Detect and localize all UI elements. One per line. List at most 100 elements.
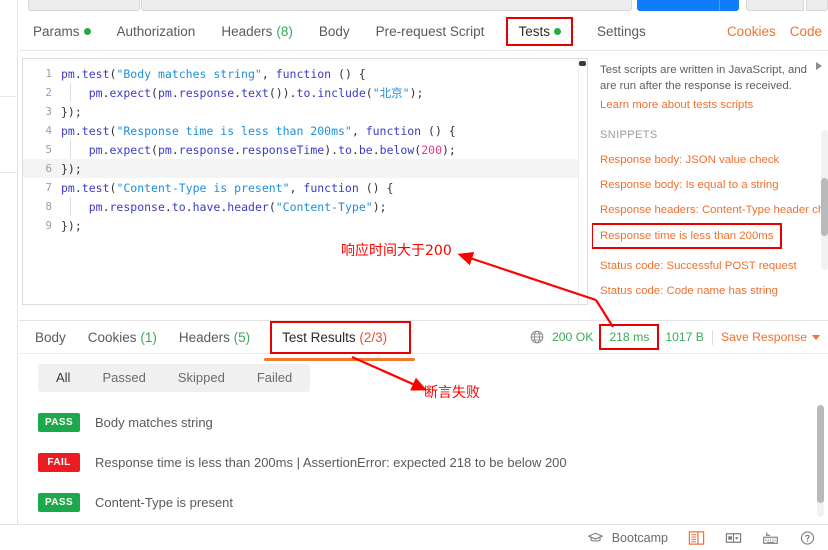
tab-headers[interactable]: Headers (8)	[221, 24, 293, 39]
snippet-item[interactable]: Response body: Is equal to a string	[600, 179, 814, 191]
graduation-cap-icon	[587, 532, 603, 542]
keyboard-shortcuts-icon[interactable]	[762, 530, 779, 546]
code-editor-scrollbar[interactable]	[578, 59, 587, 304]
snippet-item[interactable]: Response body: JSON value check	[600, 154, 814, 166]
code-line: 6 });	[23, 159, 587, 178]
tab-settings-label: Settings	[596, 24, 646, 39]
help-icon[interactable]	[799, 530, 816, 546]
code-line: 1 pm.test("Body matches string", functio…	[23, 64, 587, 83]
snippets-heading: SNIPPETS	[600, 129, 658, 141]
green-dot-icon	[553, 28, 561, 35]
response-tab-cookies[interactable]: Cookies (1)	[88, 330, 157, 345]
snippet-item-response-time[interactable]: Response time is less than 200ms	[592, 223, 783, 249]
split-pane-view-icon[interactable]	[725, 530, 742, 546]
tab-body-label: Body	[318, 24, 350, 39]
line-text: });	[61, 161, 82, 176]
filter-all[interactable]: All	[40, 364, 86, 392]
tab-pre-request-script[interactable]: Pre-request Script	[376, 24, 485, 39]
code-line: 3 });	[23, 102, 587, 121]
results-scrollbar-thumb[interactable]	[817, 405, 824, 503]
bootcamp-button[interactable]: Bootcamp	[587, 530, 668, 546]
code-editor[interactable]: 1 pm.test("Body matches string", functio…	[22, 58, 588, 305]
response-size: 1017 B	[665, 330, 704, 344]
collapse-panel-icon[interactable]	[816, 62, 822, 70]
test-result-filters: All Passed Skipped Failed	[38, 364, 311, 392]
bootcamp-label: Bootcamp	[611, 530, 668, 545]
line-text: pm.expect(pm.response.responseTime).to.b…	[88, 142, 456, 157]
snippets-intro: Test scripts are written in JavaScript, …	[600, 64, 808, 92]
test-result-text: Content-Type is present	[95, 494, 234, 510]
tab-body[interactable]: Body	[319, 24, 350, 39]
status-badge: PASS	[38, 412, 80, 432]
test-result-row: PASS Body matches string	[19, 402, 808, 442]
filter-failed[interactable]: Failed	[241, 364, 308, 392]
response-tab-headers[interactable]: Headers (5)	[179, 330, 250, 345]
snippets-scrollbar-thumb[interactable]	[821, 178, 828, 236]
response-tab-body[interactable]: Body	[35, 330, 66, 345]
code-line: 4 pm.test("Response time is less than 20…	[23, 121, 587, 140]
snippet-item[interactable]: Response headers: Content-Type header ch…	[600, 204, 828, 216]
response-tab-test-results[interactable]: Test Results (2/3)	[264, 320, 416, 361]
line-number: 5	[45, 143, 52, 156]
code-editor-scrollbar-thumb[interactable]	[579, 61, 586, 66]
code-link[interactable]: Code	[790, 24, 822, 39]
tab-headers-count: (8)	[276, 24, 293, 39]
line-number: 7	[45, 181, 52, 194]
cookies-link[interactable]: Cookies	[727, 24, 776, 39]
left-rail	[0, 0, 18, 550]
save-options-caret[interactable]	[806, 0, 828, 11]
http-method-select[interactable]	[28, 0, 140, 11]
request-url-bar	[0, 0, 828, 12]
code-line: 5 pm.expect(pm.response.responseTime).to…	[23, 140, 587, 159]
response-tab-bar: Body Cookies (1) Headers (5) Test Result…	[19, 320, 828, 361]
line-number: 2	[45, 86, 52, 99]
snippet-item[interactable]: Status code: Code name has string	[600, 285, 814, 297]
save-button[interactable]	[746, 0, 804, 11]
tab-authorization[interactable]: Authorization	[117, 24, 196, 39]
test-result-text: Response time is less than 200ms | Asser…	[95, 454, 567, 470]
tab-settings[interactable]: Settings	[597, 24, 646, 39]
rail-divider	[0, 96, 18, 97]
test-result-text: Body matches string	[95, 414, 213, 430]
tests-editor-area: 1 pm.test("Body matches string", functio…	[19, 52, 828, 320]
learn-more-link[interactable]: Learn more about tests scripts	[600, 99, 814, 111]
tab-authorization-label: Authorization	[116, 24, 196, 39]
line-text: pm.response.to.have.header("Content-Type…	[88, 199, 387, 214]
response-tab-cookies-label: Cookies	[87, 329, 137, 345]
tab-params[interactable]: Params	[33, 24, 91, 39]
response-tab-test-results-count: (2/3)	[359, 329, 388, 345]
line-number: 3	[45, 105, 52, 118]
test-results-list: PASS Body matches string FAIL Response t…	[19, 402, 808, 520]
response-meta: 200 OK 218 ms 1017 B Save Response	[530, 324, 828, 350]
status-bar: Bootcamp	[0, 524, 828, 550]
tab-headers-label: Headers	[221, 24, 273, 39]
code-lines: 1 pm.test("Body matches string", functio…	[23, 64, 587, 235]
two-pane-view-icon[interactable]	[688, 530, 705, 546]
tab-pre-request-script-label: Pre-request Script	[375, 24, 485, 39]
response-tab-headers-label: Headers	[178, 329, 230, 345]
filter-passed[interactable]: Passed	[86, 364, 161, 392]
tab-tests[interactable]: Tests	[500, 17, 579, 55]
snippets-panel: Test scripts are written in JavaScript, …	[592, 52, 828, 320]
code-line: 9 });	[23, 216, 587, 235]
line-text: pm.test("Response time is less than 200m…	[61, 123, 456, 138]
line-text: });	[61, 218, 82, 233]
save-response-button[interactable]: Save Response	[721, 330, 820, 344]
globe-icon	[530, 330, 544, 344]
divider	[711, 329, 713, 345]
response-tab-body-label: Body	[35, 329, 66, 345]
tab-params-label: Params	[33, 24, 80, 39]
chevron-down-icon	[812, 334, 820, 340]
green-dot-icon	[83, 28, 91, 35]
annotation-assertion-failed: 断言失败	[424, 385, 480, 401]
request-url-input[interactable]	[141, 0, 632, 11]
response-status: 200 OK	[552, 330, 594, 344]
snippet-item[interactable]: Status code: Successful POST request	[600, 260, 814, 272]
code-line: 7 pm.test("Content-Type is present", fun…	[23, 178, 587, 197]
line-number: 1	[45, 67, 52, 80]
line-number: 6	[45, 162, 52, 175]
send-button[interactable]	[637, 0, 719, 11]
send-options-caret[interactable]	[719, 0, 739, 11]
code-line: 2 pm.expect(pm.response.text()).to.inclu…	[23, 83, 587, 102]
filter-skipped[interactable]: Skipped	[162, 364, 241, 392]
